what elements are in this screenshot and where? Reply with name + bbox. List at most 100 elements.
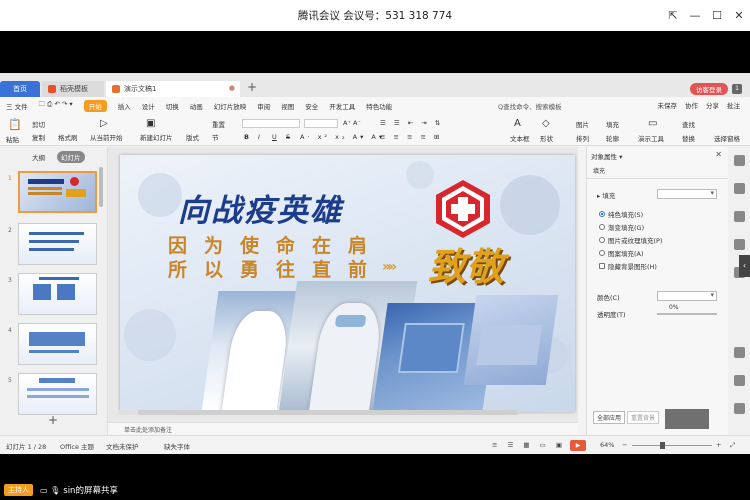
menu-design[interactable]: 设计 xyxy=(142,101,155,111)
close-icon[interactable]: ✕ xyxy=(728,9,750,22)
menu-file[interactable]: 三 文件 xyxy=(6,101,28,111)
tab-close-icon[interactable]: ● xyxy=(229,84,235,92)
shape-button[interactable]: 形状 xyxy=(540,133,553,143)
radio-picture-fill[interactable]: 图片或纹理填充(P) xyxy=(599,235,663,245)
current-slide[interactable]: 向战疫英雄 因为使命在肩 所以勇往直前 »» 致敬 xyxy=(120,155,575,412)
fit-window-icon[interactable]: ⤢ xyxy=(730,441,735,450)
add-slide-button[interactable]: + xyxy=(48,413,58,427)
add-tab-icon[interactable]: + xyxy=(247,80,257,94)
tab-slides[interactable]: 幻灯片 xyxy=(57,151,85,163)
presentation-tools-button[interactable]: 演示工具 xyxy=(638,133,664,143)
find-button[interactable]: 查找 xyxy=(682,119,695,129)
share-button[interactable]: 分享 xyxy=(706,100,719,110)
pin-icon[interactable]: ⇱ xyxy=(662,9,684,22)
picture-button[interactable]: 图片 xyxy=(576,119,589,129)
tab-outline[interactable]: 大纲 xyxy=(28,151,49,163)
font-grow-icon[interactable]: A⁺ A⁻ xyxy=(343,119,361,127)
tool-icon[interactable] xyxy=(734,183,745,194)
section-button[interactable]: 节 xyxy=(212,132,219,142)
tab-docer-templates[interactable]: 稻壳模板 xyxy=(42,81,104,97)
font-size-select[interactable] xyxy=(304,119,338,128)
tool-icon[interactable] xyxy=(734,403,745,414)
tab-home[interactable]: 首页 xyxy=(0,81,40,97)
menu-start[interactable]: 开始 xyxy=(83,99,107,112)
menu-special[interactable]: 特色功能 xyxy=(366,101,392,111)
italic-button[interactable]: I xyxy=(258,133,260,141)
canvas-horizontal-scrollbar[interactable] xyxy=(118,410,518,415)
view-mode-icons[interactable]: ≡ ☰ ▦ ▭ ▣ xyxy=(492,441,566,449)
properties-header[interactable]: 对象属性 ▾ xyxy=(591,151,622,161)
slide-thumbnail-2[interactable] xyxy=(18,223,97,265)
transparency-slider[interactable] xyxy=(657,313,717,315)
slide-thumbnail-1[interactable] xyxy=(18,171,97,213)
paste-icon[interactable]: 📋 xyxy=(8,118,22,131)
tool-icon[interactable] xyxy=(734,347,745,358)
slide-thumbnail-4[interactable] xyxy=(18,323,97,365)
scroll-thumb[interactable] xyxy=(138,410,518,415)
unsaved-status[interactable]: 未保存 xyxy=(658,100,678,110)
tool-icon[interactable] xyxy=(734,211,745,222)
collapse-arrow-icon[interactable]: ‹ xyxy=(739,255,750,277)
color-dropdown[interactable] xyxy=(657,291,717,301)
notes-area[interactable]: 单击此处添加备注 xyxy=(108,422,578,434)
thumbnail-scrollbar[interactable] xyxy=(99,167,103,207)
outline-button[interactable]: 轮廓 xyxy=(606,133,619,143)
select-pane-button[interactable]: 选择窗格 xyxy=(714,133,740,143)
arrange-button[interactable]: 排列 xyxy=(576,133,589,143)
play-slideshow-button[interactable]: ▶ xyxy=(570,440,586,451)
fill-type-dropdown[interactable] xyxy=(657,189,717,199)
font-name-select[interactable] xyxy=(242,119,300,128)
tool-icon[interactable] xyxy=(734,375,745,386)
font-effects-icons[interactable]: A· x² x₂ A▾ A▾ xyxy=(300,133,385,141)
maximize-icon[interactable]: ☐ xyxy=(706,9,728,22)
menu-slideshow[interactable]: 幻灯片放映 xyxy=(214,101,247,111)
menu-security[interactable]: 安全 xyxy=(305,101,318,111)
slide-thumbnail-5[interactable] xyxy=(18,373,97,415)
zoom-in-icon[interactable]: + xyxy=(716,441,721,449)
strikethrough-button[interactable]: S xyxy=(286,133,290,141)
guest-login-button[interactable]: 访客登录 xyxy=(690,83,728,95)
hide-background-checkbox[interactable]: 隐藏背景图形(H) xyxy=(599,261,657,271)
menu-insert[interactable]: 插入 xyxy=(118,101,131,111)
paragraph-align-icons[interactable]: ≡ ≡ ≡ ≡ ⊞ xyxy=(380,133,443,141)
radio-pattern-fill[interactable]: 图案填充(A) xyxy=(599,248,644,258)
format-painter-button[interactable]: 格式刷 xyxy=(58,132,78,142)
quick-access-icons[interactable]: 🗀 ⎙ ↶ ↷ ▾ xyxy=(39,100,73,111)
slide-thumbnail-3[interactable] xyxy=(18,273,97,315)
textbox-button[interactable]: 文本框 xyxy=(510,133,530,143)
comment-button[interactable]: 批注 xyxy=(727,100,740,110)
layout-button[interactable]: 版式 xyxy=(186,132,199,142)
from-current-button[interactable]: 从当前开始 xyxy=(90,132,123,142)
cut-button[interactable]: 剪切 xyxy=(32,119,45,129)
new-slide-icon[interactable]: ▣ xyxy=(146,118,155,129)
apply-all-button[interactable]: 全部应用 xyxy=(593,411,626,424)
menu-review[interactable]: 审阅 xyxy=(257,101,270,111)
new-slide-button[interactable]: 新建幻灯片 xyxy=(140,132,173,142)
radio-solid-fill[interactable]: 纯色填充(S) xyxy=(599,209,643,219)
menu-transition[interactable]: 切换 xyxy=(166,101,179,111)
textbox-icon[interactable]: A xyxy=(514,118,521,129)
zoom-level[interactable]: 64% xyxy=(600,441,614,449)
replace-button[interactable]: 替换 xyxy=(682,133,695,143)
reset-button[interactable]: 重置 xyxy=(212,119,225,129)
bold-button[interactable]: B xyxy=(244,133,249,141)
tool-icon[interactable] xyxy=(734,239,745,250)
play-icon[interactable]: ▷ xyxy=(100,118,108,129)
fill-section-label[interactable]: ▸ 填充 xyxy=(597,190,615,200)
tool-icon[interactable] xyxy=(734,155,745,166)
missing-font[interactable]: 缺失字体 xyxy=(164,441,190,451)
reset-background-button[interactable]: 重置背景 xyxy=(627,411,660,424)
underline-button[interactable]: U xyxy=(272,133,277,141)
document-protection[interactable]: 文档未保护 xyxy=(106,441,139,451)
zoom-out-icon[interactable]: − xyxy=(622,441,627,449)
paragraph-list-icons[interactable]: ☰ ☰ ⇤ ⇥ ⇅ xyxy=(380,119,443,127)
tab-presentation-1[interactable]: 演示文稿1 ● xyxy=(106,81,240,97)
collaborate-button[interactable]: 协作 xyxy=(685,100,698,110)
menu-view[interactable]: 视图 xyxy=(281,101,294,111)
presentation-tools-icon[interactable]: ▭ xyxy=(648,118,657,129)
copy-button[interactable]: 复制 xyxy=(32,132,45,142)
zoom-slider-knob[interactable] xyxy=(660,442,665,449)
radio-gradient-fill[interactable]: 渐变填充(G) xyxy=(599,222,644,232)
command-search[interactable]: Q查找命令、搜索模板 xyxy=(498,101,562,111)
paste-button[interactable]: 粘贴 xyxy=(6,134,19,144)
